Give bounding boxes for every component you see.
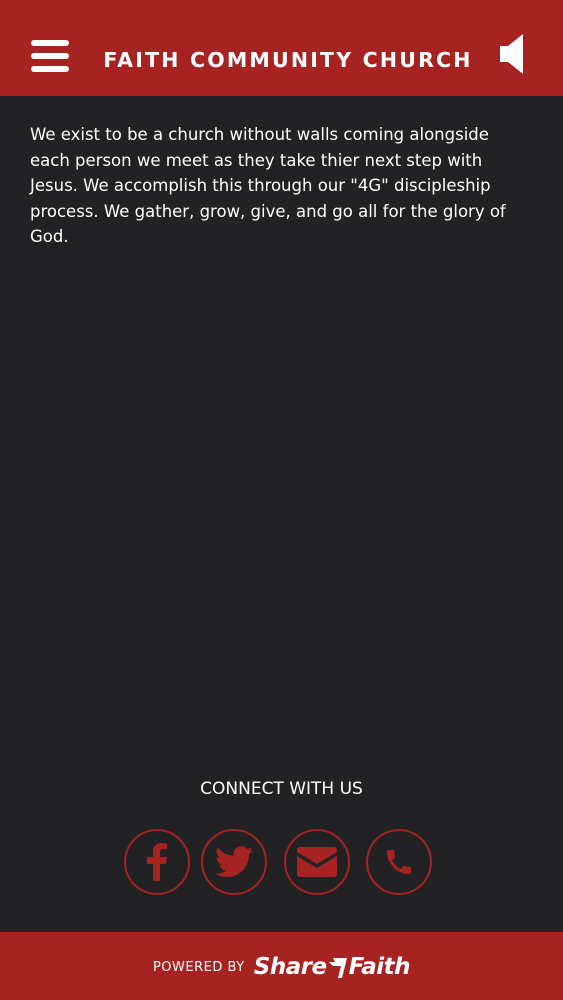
hamburger-menu-icon[interactable]	[31, 40, 69, 72]
page-title: FAITH COMMUNITY CHURCH	[103, 48, 473, 72]
connect-with-us-heading: CONNECT WITH US	[200, 779, 363, 799]
facebook-button[interactable]	[124, 829, 190, 895]
speaker-icon[interactable]	[498, 33, 528, 75]
app-screen: FAITH COMMUNITY CHURCH We exist to be a …	[0, 0, 563, 1000]
social-links	[0, 829, 563, 899]
brand-part2: Faith	[348, 954, 411, 980]
powered-by-label: POWERED BY	[152, 959, 245, 975]
powered-by-sharefaith[interactable]: POWERED BY Share Faith	[0, 954, 563, 980]
email-button[interactable]	[284, 829, 350, 895]
email-icon	[297, 847, 337, 877]
app-footer: POWERED BY Share Faith	[0, 932, 563, 1000]
twitter-button[interactable]	[201, 829, 267, 895]
sharefaith-logo: Share Faith	[253, 954, 411, 980]
app-header: FAITH COMMUNITY CHURCH	[0, 0, 563, 96]
facebook-icon	[147, 843, 167, 881]
brand-part1: Share	[253, 954, 327, 980]
phone-button[interactable]	[366, 829, 432, 895]
sharefaith-logo-mark-icon	[328, 957, 347, 978]
phone-icon	[387, 850, 411, 874]
twitter-icon	[215, 846, 253, 878]
mission-statement: We exist to be a church without walls co…	[30, 125, 506, 246]
